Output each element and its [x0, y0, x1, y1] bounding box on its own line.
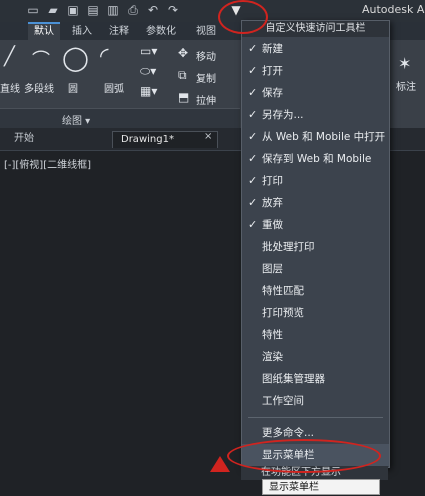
qat-icons: ▭ ▰ ▣ ▤ ▥ ⎙ ↶ ↷	[26, 3, 180, 17]
menu-separator	[248, 417, 383, 418]
menu-item-match-properties[interactable]: 特性匹配	[242, 280, 389, 302]
menu-item-open[interactable]: ✓ 打开	[242, 60, 389, 82]
move-icon[interactable]: ✥	[178, 46, 188, 60]
tab-default[interactable]: 默认	[28, 22, 60, 42]
draw-panel-label: 绘图	[62, 116, 82, 127]
undo-icon[interactable]: ↶	[146, 3, 160, 17]
doc-tab-start[interactable]: 开始	[6, 131, 42, 147]
stretch-icon[interactable]: ⬒	[178, 90, 189, 104]
copy-icon[interactable]: ⧉	[178, 68, 187, 83]
save-icon[interactable]: ▣	[66, 3, 80, 17]
check-icon: ✓	[248, 196, 258, 209]
draw-panel-title[interactable]: 绘图 ▾	[62, 112, 90, 127]
circle-tool-icon[interactable]: ◯	[62, 44, 89, 72]
arc-tool-label: 圆弧	[104, 84, 124, 95]
plot-icon[interactable]: ▥	[106, 3, 120, 17]
menu-item-save[interactable]: ✓ 保存	[242, 82, 389, 104]
menu-item-layer[interactable]: 图层	[242, 258, 389, 280]
polyline-tool-icon[interactable]: ⌒	[32, 46, 50, 72]
highlight-circle-annotation	[218, 0, 268, 34]
menu-item-print[interactable]: ✓ 打印	[242, 170, 389, 192]
line-tool-label: 直线	[0, 84, 20, 95]
menu-item-render[interactable]: 渲染	[242, 346, 389, 368]
stretch-label[interactable]: 拉伸	[196, 92, 216, 107]
menu-item-undo[interactable]: ✓ 放弃	[242, 192, 389, 214]
check-icon: ✓	[248, 42, 258, 55]
copy-label[interactable]: 复制	[196, 70, 216, 85]
doc-tab-drawing1[interactable]: Drawing1*	[112, 131, 218, 148]
tooltip: 显示菜单栏	[262, 479, 380, 495]
tab-view[interactable]: 视图	[190, 24, 222, 40]
check-icon: ✓	[248, 108, 258, 121]
tab-parametric[interactable]: 参数化	[140, 24, 182, 40]
check-icon: ✓	[248, 130, 258, 143]
tab-annotate[interactable]: 注释	[103, 24, 135, 40]
menu-item-plot-preview[interactable]: 打印预览	[242, 302, 389, 324]
move-label[interactable]: 移动	[196, 48, 216, 63]
highlight-circle-annotation	[227, 439, 381, 473]
menu-item-redo[interactable]: ✓ 重做	[242, 214, 389, 236]
app-title: Autodesk A	[362, 3, 425, 16]
open-folder-icon[interactable]: ▰	[46, 3, 60, 17]
rectangle-tool-icon[interactable]: ▭▾	[140, 44, 157, 58]
menu-item-batch-plot[interactable]: 批处理打印	[242, 236, 389, 258]
check-icon: ✓	[248, 218, 258, 231]
save-as-icon[interactable]: ▤	[86, 3, 100, 17]
check-icon: ✓	[248, 86, 258, 99]
menu-item-save-as[interactable]: ✓ 另存为...	[242, 104, 389, 126]
new-file-icon[interactable]: ▭	[26, 3, 40, 17]
polyline-tool-label: 多段线	[24, 84, 54, 95]
ellipse-tool-icon[interactable]: ⬭▾	[140, 64, 156, 79]
close-tab-icon[interactable]: ×	[204, 131, 212, 142]
menu-item-new[interactable]: ✓ 新建	[242, 38, 389, 60]
menu-item-save-web-mobile[interactable]: ✓ 保存到 Web 和 Mobile	[242, 148, 389, 170]
tab-insert[interactable]: 插入	[66, 24, 98, 40]
menu-item-workspace[interactable]: 工作空间	[242, 390, 389, 412]
check-icon: ✓	[248, 64, 258, 77]
hatch-tool-icon[interactable]: ▦▾	[140, 84, 157, 98]
dimension-label[interactable]: 标注	[396, 78, 416, 93]
redo-icon[interactable]: ↷	[166, 3, 180, 17]
ribbon-right-section: ✶ 标注	[388, 40, 425, 128]
print-icon[interactable]: ⎙	[126, 3, 140, 17]
menu-item-open-web-mobile[interactable]: ✓ 从 Web 和 Mobile 中打开	[242, 126, 389, 148]
dimension-icon[interactable]: ✶	[398, 54, 411, 73]
customize-qat-menu: 自定义快速访问工具栏 ✓ 新建 ✓ 打开 ✓ 保存 ✓ 另存为... ✓ 从 Web 和 …	[241, 20, 390, 468]
viewport-controls[interactable]: [-][俯视][二维线框]	[4, 156, 91, 171]
ribbon-footer	[0, 108, 240, 129]
line-tool-icon[interactable]: ╱	[4, 46, 15, 67]
arc-tool-icon[interactable]: ◜	[100, 44, 109, 69]
quick-access-toolbar: ▭ ▰ ▣ ▤ ▥ ⎙ ↶ ↷ ▼ Autodesk A	[0, 0, 425, 22]
arrow-annotation-icon	[210, 456, 230, 472]
menu-item-sheet-set-manager[interactable]: 图纸集管理器	[242, 368, 389, 390]
check-icon: ✓	[248, 174, 258, 187]
menu-item-properties[interactable]: 特性	[242, 324, 389, 346]
check-icon: ✓	[248, 152, 258, 165]
circle-tool-label: 圆	[68, 84, 78, 95]
